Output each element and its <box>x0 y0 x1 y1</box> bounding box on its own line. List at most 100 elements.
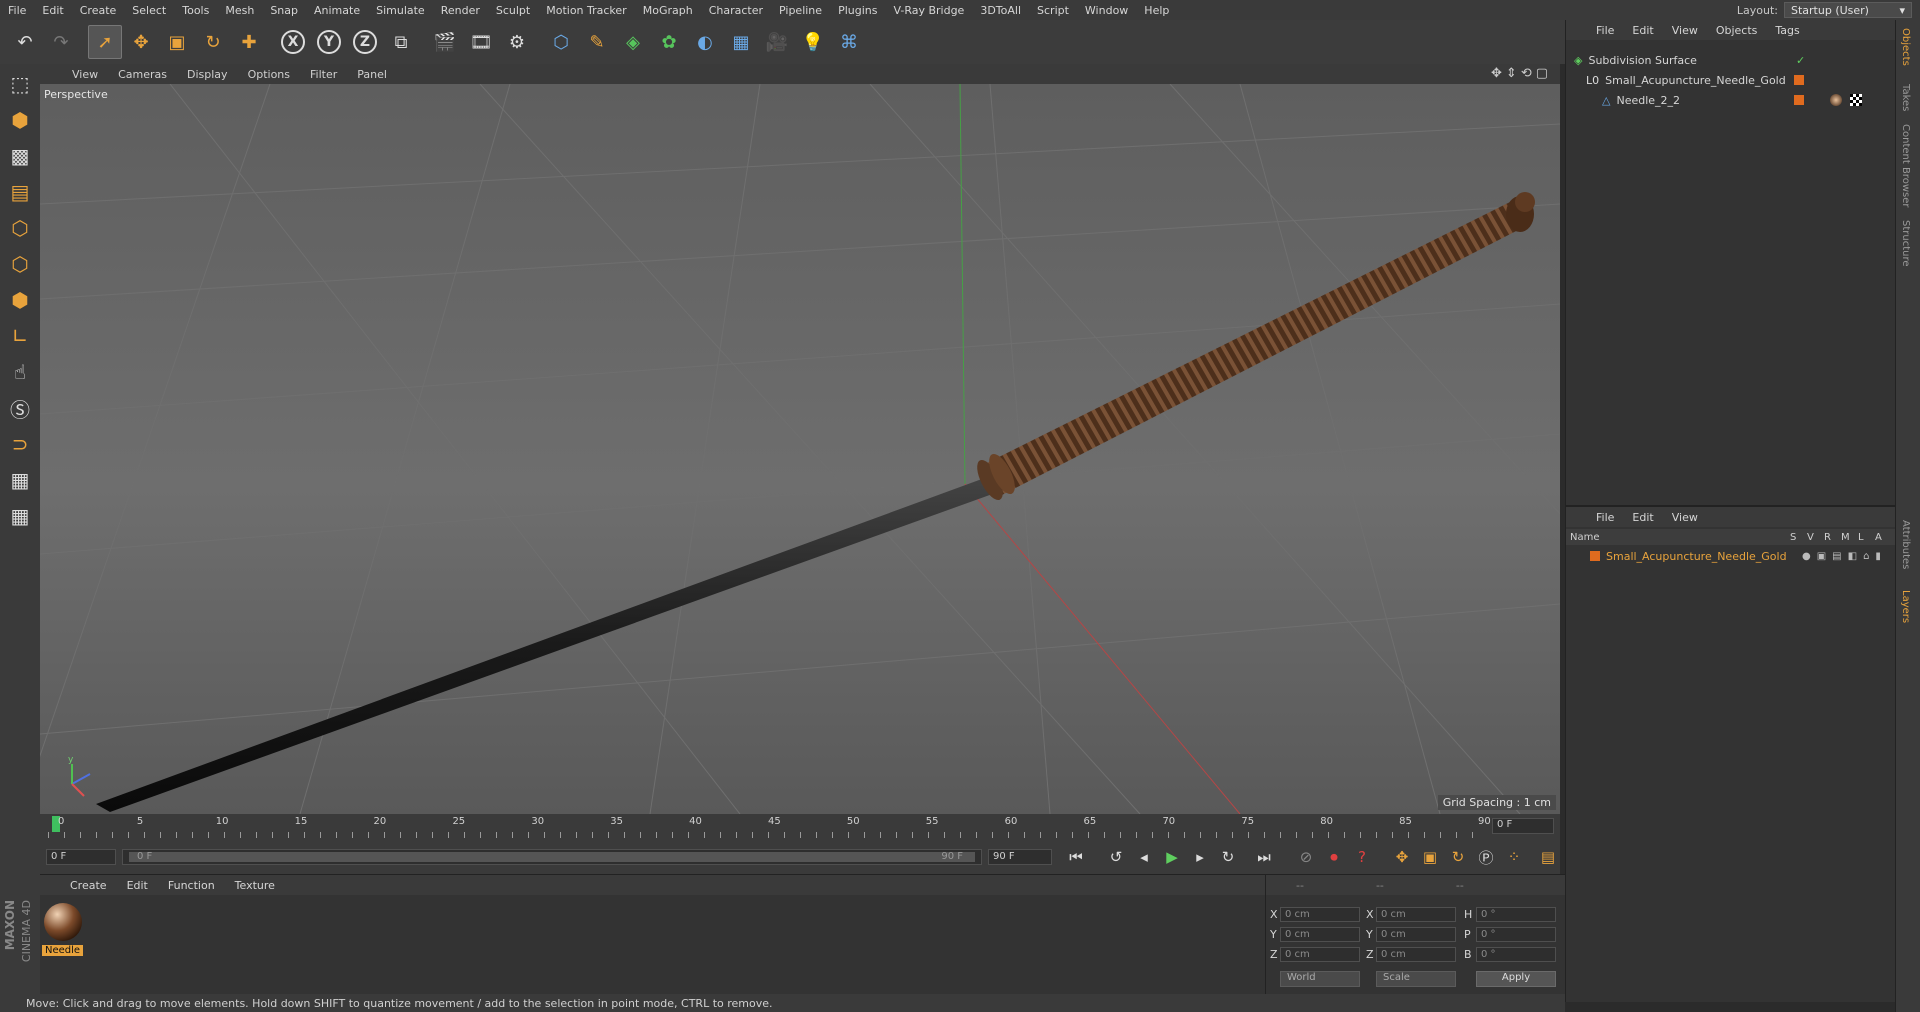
deformer-icon[interactable]: ◐ <box>688 25 722 59</box>
tab-takes[interactable]: Takes <box>1900 84 1911 111</box>
size-z-field[interactable]: 0 cm <box>1376 947 1456 962</box>
viewport-menu-options[interactable]: Options <box>238 68 300 81</box>
menu-snap[interactable]: Snap <box>262 4 306 17</box>
end-frame-field[interactable]: 90 F <box>988 849 1052 865</box>
add-icon[interactable]: ✚ <box>232 25 266 59</box>
coordinate-system-icon[interactable]: ⧉ <box>384 25 418 59</box>
y-axis-icon[interactable]: Y <box>312 25 346 59</box>
menu-plugins[interactable]: Plugins <box>830 4 885 17</box>
camera-icon[interactable]: 🎥 <box>760 25 794 59</box>
key-position-icon[interactable]: ✥ <box>1390 846 1414 868</box>
key-parameter-icon[interactable]: Ⓟ <box>1474 846 1498 868</box>
tab-attributes[interactable]: Attributes <box>1900 520 1911 569</box>
viewport-menu-cameras[interactable]: Cameras <box>108 68 177 81</box>
render-view-icon[interactable]: 🎬 <box>428 25 462 59</box>
layer-menu-file[interactable]: File <box>1596 511 1614 524</box>
rotation-h-field[interactable]: 0 ° <box>1476 907 1556 922</box>
cloner-icon[interactable]: ✿ <box>652 25 686 59</box>
floor-icon[interactable]: ▦ <box>724 25 758 59</box>
key-scale-icon[interactable]: ▣ <box>1418 846 1442 868</box>
material-name[interactable]: Needle <box>42 945 84 956</box>
viewport-menu-filter[interactable]: Filter <box>300 68 347 81</box>
menu-3dtoall[interactable]: 3DToAll <box>972 4 1029 17</box>
timeline-ruler[interactable]: 0 5 10 15 20 25 30 35 40 45 50 55 60 65 … <box>40 814 1560 840</box>
object-menu-view[interactable]: View <box>1672 24 1698 37</box>
cube-icon[interactable]: ⬡ <box>544 25 578 59</box>
select-arrow-icon[interactable]: ➚ <box>88 25 122 59</box>
pen-icon[interactable]: ✎ <box>580 25 614 59</box>
make-editable-icon[interactable]: ⬚ <box>3 68 37 100</box>
frame-range-slider[interactable]: 0 F 90 F <box>122 849 982 865</box>
play-icon[interactable]: ▶ <box>1160 846 1184 868</box>
material-menu-function[interactable]: Function <box>168 879 215 892</box>
object-menu-objects[interactable]: Objects <box>1716 24 1758 37</box>
apply-button[interactable]: Apply <box>1476 971 1556 987</box>
object-menu-file[interactable]: File <box>1596 24 1614 37</box>
tab-objects[interactable]: Objects <box>1900 28 1911 66</box>
layout-select[interactable]: Startup (User) ▾ <box>1784 2 1912 18</box>
object-menu-edit[interactable]: Edit <box>1632 24 1653 37</box>
size-mode-select[interactable]: Scale <box>1376 971 1456 987</box>
menu-window[interactable]: Window <box>1077 4 1136 17</box>
material-swatch[interactable] <box>44 903 82 941</box>
object-row-subdivision[interactable]: ◈ Subdivision Surface ✓ <box>1566 50 1896 70</box>
scale-icon[interactable]: ▣ <box>160 25 194 59</box>
size-y-field[interactable]: 0 cm <box>1376 927 1456 942</box>
menu-mograph[interactable]: MoGraph <box>635 4 701 17</box>
render-picture-viewer-icon[interactable]: 🎞 <box>464 25 498 59</box>
3d-viewport[interactable]: y Perspective Grid Spacing : 1 cm <box>40 84 1560 814</box>
coordinate-mode-select[interactable]: World <box>1280 971 1360 987</box>
texture-tag-icon[interactable] <box>1850 94 1862 106</box>
render-settings-icon[interactable]: ⚙ <box>500 25 534 59</box>
menu-file[interactable]: File <box>0 4 34 17</box>
previous-key-icon[interactable]: ↺ <box>1104 846 1128 868</box>
menu-select[interactable]: Select <box>124 4 174 17</box>
tab-content-browser[interactable]: Content Browser <box>1900 124 1911 207</box>
points-mode-icon[interactable]: ⬡ <box>3 212 37 244</box>
tab-layers[interactable]: Layers <box>1900 590 1911 623</box>
menu-vray-bridge[interactable]: V-Ray Bridge <box>885 4 972 17</box>
texture-mode-icon[interactable]: ▩ <box>3 140 37 172</box>
material-tag-icon[interactable] <box>1830 94 1842 106</box>
position-z-field[interactable]: 0 cm <box>1280 947 1360 962</box>
soft-selection-icon[interactable]: ▦ <box>3 500 37 532</box>
menu-sculpt[interactable]: Sculpt <box>488 4 538 17</box>
move-icon[interactable]: ✥ <box>124 25 158 59</box>
next-key-icon[interactable]: ↻ <box>1216 846 1240 868</box>
python-icon[interactable]: ⌘ <box>832 25 866 59</box>
menu-character[interactable]: Character <box>701 4 771 17</box>
viewport-menu-panel[interactable]: Panel <box>347 68 397 81</box>
menu-simulate[interactable]: Simulate <box>368 4 433 17</box>
layer-menu-edit[interactable]: Edit <box>1632 511 1653 524</box>
timeline-menu-icon[interactable]: ▤ <box>1536 846 1560 868</box>
polygons-mode-icon[interactable]: ⬢ <box>3 284 37 316</box>
snap-icon[interactable]: Ⓢ <box>3 392 37 424</box>
go-to-start-icon[interactable]: ⏮ <box>1064 846 1088 868</box>
previous-frame-icon[interactable]: ◂ <box>1132 846 1156 868</box>
edges-mode-icon[interactable]: ⬡ <box>3 248 37 280</box>
workplane-mode-icon[interactable]: ▤ <box>3 176 37 208</box>
object-row-needle-gold[interactable]: L0 Small_Acupuncture_Needle_Gold <box>1566 70 1896 90</box>
workplane-lock-icon[interactable]: ▦ <box>3 464 37 496</box>
material-menu-create[interactable]: Create <box>70 879 107 892</box>
size-x-field[interactable]: 0 cm <box>1376 907 1456 922</box>
object-menu-tags[interactable]: Tags <box>1775 24 1799 37</box>
viewport-nav-icons[interactable]: ✥⇕⟲▢ <box>1491 66 1552 81</box>
keyframe-off-icon[interactable]: ⊘ <box>1294 846 1318 868</box>
key-pla-icon[interactable]: ⁘ <box>1502 846 1526 868</box>
go-to-end-icon[interactable]: ⏭ <box>1252 846 1276 868</box>
redo-icon[interactable]: ↷ <box>44 25 78 59</box>
tweak-mode-icon[interactable]: ☝ <box>3 356 37 388</box>
menu-edit[interactable]: Edit <box>34 4 71 17</box>
menu-tools[interactable]: Tools <box>174 4 217 17</box>
viewport-menu-view[interactable]: View <box>62 68 108 81</box>
axis-mode-icon[interactable]: ∟ <box>3 320 37 352</box>
menu-render[interactable]: Render <box>433 4 488 17</box>
layer-menu-view[interactable]: View <box>1672 511 1698 524</box>
layer-toggle-icons[interactable]: ●▣▤◧⌂▮ <box>1802 551 1887 562</box>
magnet-icon[interactable]: ⊃ <box>3 428 37 460</box>
menu-motion-tracker[interactable]: Motion Tracker <box>538 4 634 17</box>
rotation-p-field[interactable]: 0 ° <box>1476 927 1556 942</box>
z-axis-icon[interactable]: Z <box>348 25 382 59</box>
menu-create[interactable]: Create <box>72 4 125 17</box>
